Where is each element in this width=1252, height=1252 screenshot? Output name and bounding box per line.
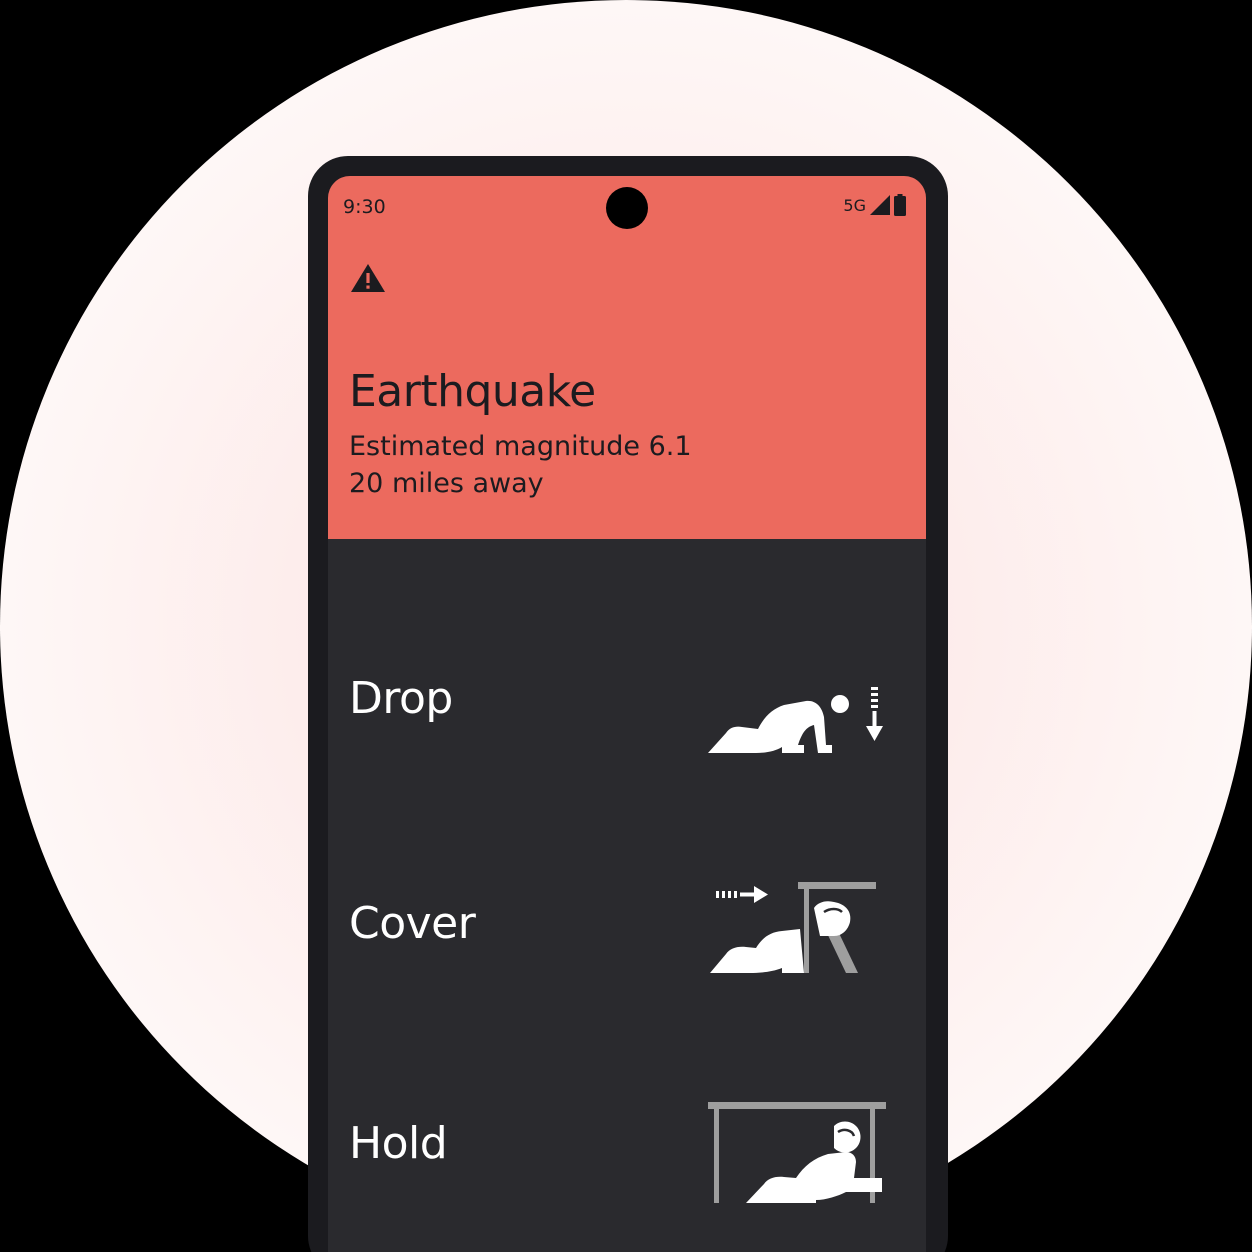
alert-distance: 20 miles away bbox=[349, 468, 544, 499]
step-hold: Hold bbox=[328, 1096, 926, 1216]
battery-icon bbox=[894, 194, 906, 216]
warning-icon bbox=[351, 264, 385, 292]
alert-magnitude: Estimated magnitude 6.1 bbox=[349, 431, 692, 462]
cover-illustration bbox=[710, 882, 876, 973]
status-icons: 5G bbox=[843, 194, 906, 216]
signal-icon bbox=[870, 195, 890, 215]
alert-header: 9:30 5G Earthquake Estimated magnitude 6… bbox=[328, 176, 926, 539]
status-time: 9:30 bbox=[343, 196, 386, 218]
phone-frame: 9:30 5G Earthquake Estimated magnitude 6… bbox=[308, 156, 948, 1252]
hold-illustration bbox=[708, 1102, 886, 1203]
phone-screen: 9:30 5G Earthquake Estimated magnitude 6… bbox=[328, 176, 926, 1252]
step-drop: Drop bbox=[328, 671, 926, 771]
step-drop-label: Drop bbox=[349, 673, 453, 724]
step-cover: Cover bbox=[328, 876, 926, 996]
step-hold-label: Hold bbox=[349, 1118, 448, 1169]
step-cover-label: Cover bbox=[349, 898, 476, 949]
canvas: 9:30 5G Earthquake Estimated magnitude 6… bbox=[0, 0, 1252, 1252]
drop-illustration bbox=[708, 687, 883, 753]
network-label: 5G bbox=[843, 195, 866, 215]
alert-title: Earthquake bbox=[349, 366, 596, 417]
camera-cutout bbox=[606, 187, 648, 229]
